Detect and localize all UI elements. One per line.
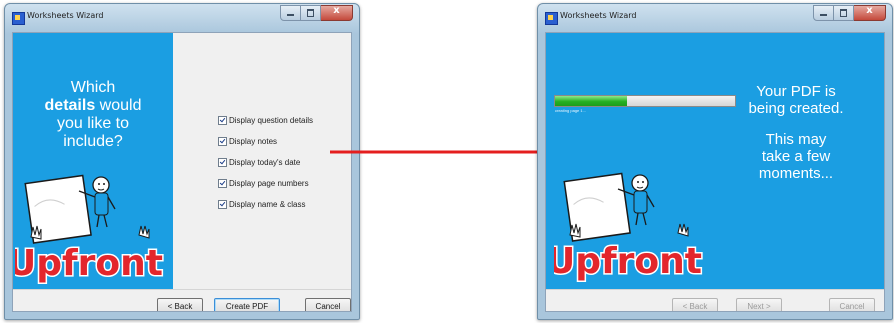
question-emphasis: details [44,97,96,114]
option-todays-date[interactable]: Display today's date [218,157,313,168]
title-bar[interactable]: Worksheets Wizard [5,4,359,32]
option-label: Display today's date [229,158,301,167]
checkbox[interactable] [218,116,227,125]
checkbox[interactable] [218,200,227,209]
minimize-button[interactable] [813,5,834,21]
options-list: Display question details Display notes D… [218,115,313,220]
wizard-client-area: creating page 1... Your PDF is being cre… [545,32,885,312]
progress-fill [555,96,627,106]
checkbox[interactable] [218,158,227,167]
message-line: take a few [761,148,831,165]
caption-buttons [280,5,353,21]
maximize-button[interactable] [301,5,321,21]
option-question-details[interactable]: Display question details [218,115,313,126]
maximize-button[interactable] [834,5,854,21]
wizard-client-area: Which details would you like to include? [12,32,352,312]
message-line: This may [765,131,827,148]
option-label: Display notes [229,137,278,146]
progress-bar [554,95,736,107]
option-label: Display name & class [229,200,306,209]
cancel-button[interactable]: Cancel [829,298,875,311]
cancel-button[interactable]: Cancel [305,298,351,311]
button-bar: < Back Next > Cancel [546,289,884,311]
question-line: Which [70,79,116,96]
message-line: being created. [748,100,844,117]
option-name-class[interactable]: Display name & class [218,199,313,210]
upfront-mascot-logo: Upfront [554,172,704,284]
flow-arrow [330,145,568,159]
question-line: you like to [56,115,130,132]
side-panel: Which details would you like to include? [13,33,173,289]
checkbox[interactable] [218,179,227,188]
logo-text: Upfront [554,241,702,282]
next-button[interactable]: Next > [736,298,782,311]
status-message: Your PDF is being created. [731,83,861,117]
caption-buttons [813,5,886,21]
message-line: Your PDF is [756,83,836,100]
checkbox[interactable] [218,137,227,146]
question-line-rest: would [95,97,142,114]
close-button[interactable] [854,5,886,21]
back-button[interactable]: < Back [157,298,203,311]
progress-panel: creating page 1... Your PDF is being cre… [546,33,884,289]
window-title: Worksheets Wizard [560,11,637,20]
wait-message: This may take a few moments... [731,131,861,182]
app-icon [545,12,558,25]
logo-text: Upfront [15,243,163,284]
wizard-window-options: Worksheets Wizard Which details would yo… [4,3,360,320]
window-title: Worksheets Wizard [27,11,104,20]
option-page-numbers[interactable]: Display page numbers [218,178,313,189]
title-bar[interactable]: Worksheets Wizard [538,4,892,32]
question-line: include? [63,133,123,150]
option-label: Display page numbers [229,179,309,188]
close-button[interactable] [321,5,353,21]
message-line: moments... [758,165,834,182]
create-pdf-button[interactable]: Create PDF [214,298,280,311]
app-icon [12,12,25,25]
question-line: details would [13,97,173,115]
upfront-mascot-logo: Upfront [15,174,165,286]
question-text: Which details would you like to include? [13,79,173,151]
progress-status-text: creating page 1... [555,108,586,113]
option-label: Display question details [229,116,314,125]
option-notes[interactable]: Display notes [218,136,313,147]
minimize-button[interactable] [280,5,301,21]
back-button[interactable]: < Back [672,298,718,311]
button-bar: < Back Create PDF Cancel [13,289,351,311]
wizard-window-progress: Worksheets Wizard creating page 1... You… [537,3,893,320]
